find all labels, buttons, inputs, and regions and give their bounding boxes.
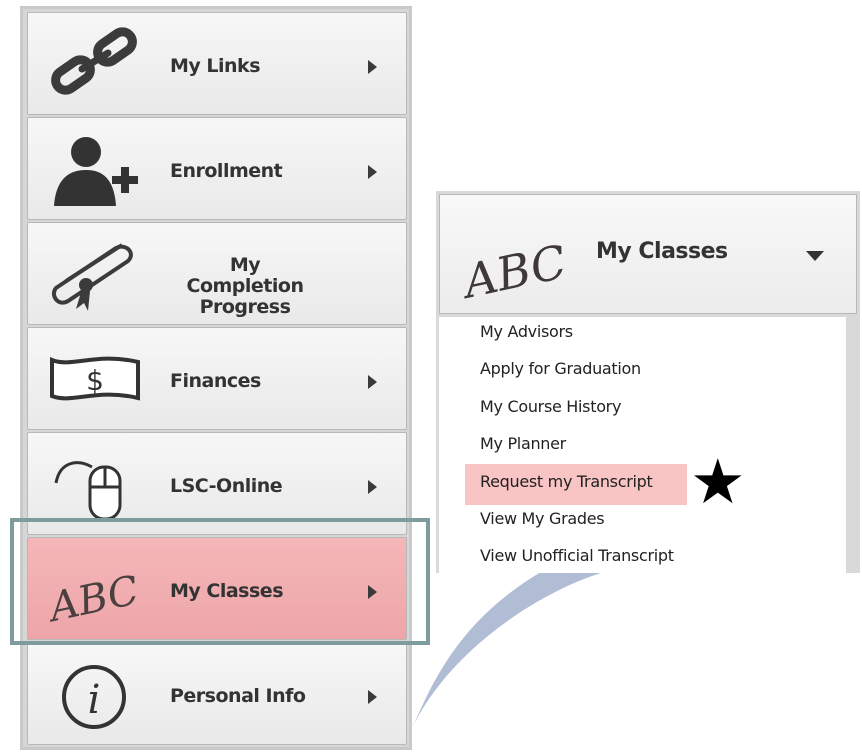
menu-item-personal-info[interactable]: i Personal Info [27, 642, 407, 745]
info-icon: i [62, 665, 126, 729]
menu-item-enrollment[interactable]: Enrollment [27, 117, 407, 220]
chevron-right-icon [368, 690, 377, 704]
dropdown-title: My Classes [596, 239, 728, 264]
chevron-right-icon [368, 480, 377, 494]
abc-icon: ABC [458, 234, 571, 305]
dropdown-item-apply-for-graduation[interactable]: Apply for Graduation [480, 359, 641, 378]
add-user-icon [54, 137, 138, 206]
dropdown-item-view-my-grades[interactable]: View My Grades [480, 509, 605, 528]
menu-item-label-line-2: Progress [199, 296, 291, 318]
chevron-right-icon [368, 165, 377, 179]
dropdown-header[interactable]: ABC My Classes [439, 194, 857, 314]
menu-item-finances[interactable]: $ Finances [27, 327, 407, 430]
svg-text:$: $ [86, 364, 104, 397]
menu-item-label: Enrollment [170, 160, 283, 182]
menu-item-label: My Completion Progress [170, 255, 320, 318]
diploma-icon [51, 243, 133, 311]
menu-item-label: Personal Info [170, 685, 306, 707]
menu-item-label: LSC-Online [170, 475, 283, 497]
dropdown-item-my-course-history[interactable]: My Course History [480, 397, 621, 416]
dropdown-item-request-my-transcript[interactable]: Request my Transcript [480, 472, 653, 491]
chevron-right-icon [368, 60, 377, 74]
chevron-down-icon[interactable] [806, 251, 824, 261]
dropdown-item-my-planner[interactable]: My Planner [480, 434, 566, 453]
mouse-icon [54, 461, 122, 521]
menu-item-label: Finances [170, 370, 261, 392]
chain-link-icon [51, 27, 137, 95]
dropdown-item-my-advisors[interactable]: My Advisors [480, 322, 573, 341]
dollar-bill-icon: $ [50, 356, 140, 401]
star-marker-icon: ★ [690, 448, 746, 517]
dropdown-item-view-unofficial-transcript[interactable]: View Unofficial Transcript [480, 546, 674, 565]
menu-item-my-completion-progress[interactable]: My Completion Progress [27, 222, 407, 325]
svg-text:i: i [88, 677, 101, 723]
menu-item-my-links[interactable]: My Links [27, 12, 407, 115]
chevron-right-icon [368, 375, 377, 389]
svg-text:ABC: ABC [458, 234, 571, 305]
selection-frame [10, 518, 430, 645]
menu-item-label: My Links [170, 55, 261, 77]
menu-item-label-line-1: My Completion [186, 254, 304, 297]
